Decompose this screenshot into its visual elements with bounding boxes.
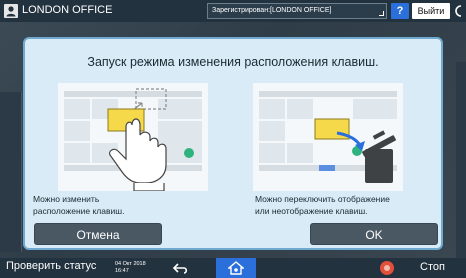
key-layout-dialog: Запуск режима изменения расположения кла…: [23, 37, 443, 250]
stop-label: Стоп: [420, 261, 445, 273]
home-icon: [228, 261, 244, 275]
login-status-field[interactable]: Зарегистрирован:[LONDON OFFICE]: [207, 3, 387, 19]
side-tab: [0, 92, 22, 252]
hide-keys-caption-line1: Можно переключить отображение: [255, 194, 390, 204]
user-name-label: LONDON OFFICE: [22, 4, 113, 16]
stop-button[interactable]: Стоп: [370, 258, 466, 278]
bottom-bar: Проверить статус 04 Окт 2018 16:47 Стоп: [0, 258, 466, 278]
home-button[interactable]: [216, 258, 256, 278]
move-keys-caption-line1: Можно изменить: [33, 194, 100, 204]
move-keys-illustration: [58, 83, 208, 192]
move-keys-caption: Можно изменить расположение клавиш.: [33, 193, 208, 217]
expand-corner-icon: [379, 11, 384, 16]
power-icon[interactable]: [452, 3, 466, 19]
ok-button[interactable]: OK: [310, 223, 438, 245]
stop-icon: [380, 261, 394, 275]
logout-button[interactable]: Выйти: [412, 3, 450, 19]
move-keys-caption-line2: расположение клавиш.: [33, 206, 125, 216]
login-status-text: Зарегистрирован:[LONDON OFFICE]: [212, 7, 332, 14]
side-right-edge: [456, 62, 466, 262]
check-status-button[interactable]: Проверить статус: [6, 260, 96, 272]
top-bar: LONDON OFFICE Зарегистрирован:[LONDON OF…: [0, 0, 466, 22]
dialog-title: Запуск режима изменения расположения кла…: [87, 55, 379, 69]
date-time: 04 Окт 2018 16:47: [115, 261, 146, 275]
hide-keys-caption: Можно переключить отображение или неотоб…: [255, 193, 430, 217]
date-label: 04 Окт 2018: [115, 261, 146, 267]
back-arrow-icon[interactable]: [172, 260, 190, 276]
time-label: 16:47: [115, 268, 129, 274]
help-button[interactable]: ?: [391, 3, 409, 19]
hide-keys-illustration: [253, 83, 403, 191]
user-icon: [4, 4, 18, 18]
hide-keys-caption-line2: или неотображение клавиш.: [255, 206, 368, 216]
cancel-button[interactable]: Отмена: [34, 223, 162, 245]
